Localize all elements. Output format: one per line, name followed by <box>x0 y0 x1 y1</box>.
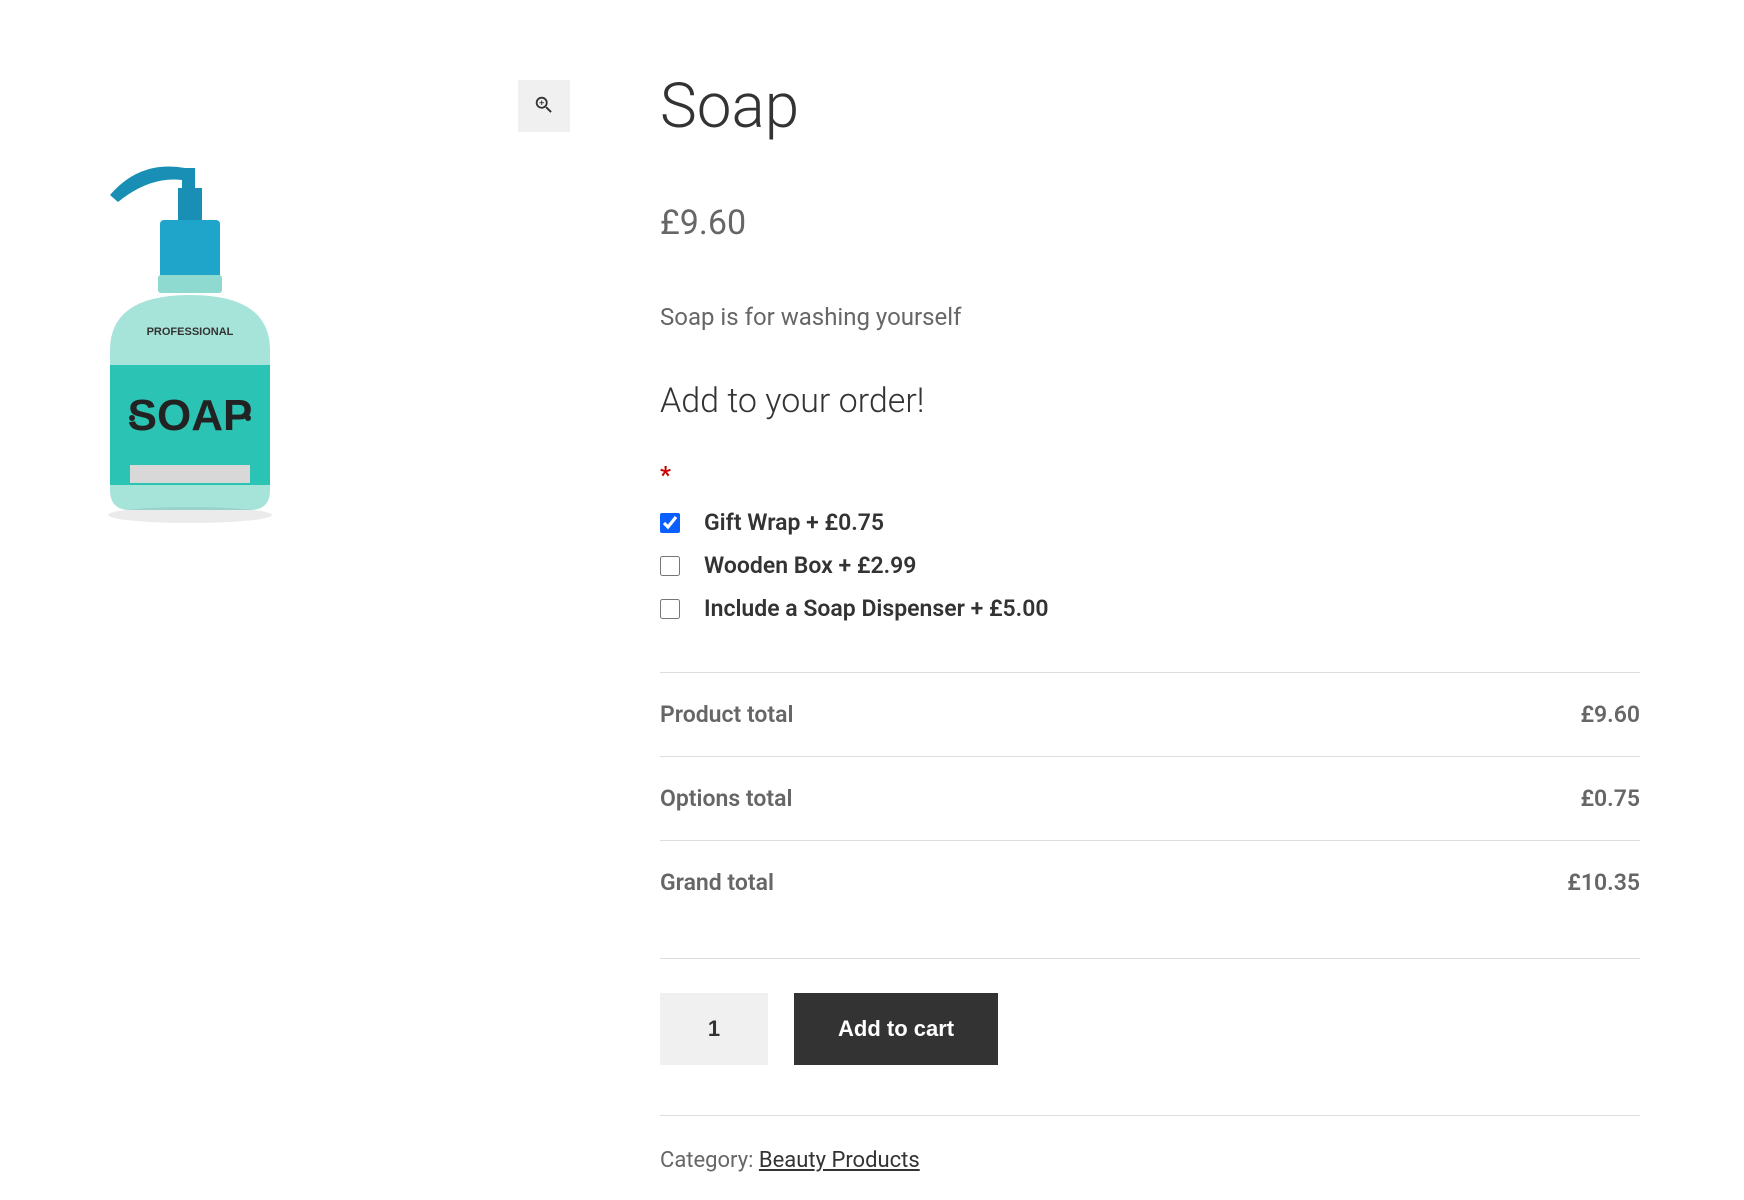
product-total-label: Product total <box>660 701 793 728</box>
grand-total-label: Grand total <box>660 869 774 896</box>
product-description: Soap is for washing yourself <box>660 303 1640 331</box>
zoom-button[interactable] <box>518 80 570 132</box>
addon-option-gift-wrap: Gift Wrap + £0.75 <box>660 509 1640 536</box>
product-total-value: £9.60 <box>1580 701 1640 728</box>
totals-section: Product total £9.60 Options total £0.75 … <box>660 672 1640 924</box>
zoom-in-icon <box>533 94 555 119</box>
addon-label[interactable]: Include a Soap Dispenser + £5.00 <box>704 595 1049 622</box>
category-row: Category: Beauty Products <box>660 1115 1640 1173</box>
add-to-cart-button[interactable]: Add to cart <box>794 993 998 1065</box>
addon-heading: Add to your order! <box>660 381 1640 421</box>
grand-total-row: Grand total £10.35 <box>660 841 1640 924</box>
product-details: Soap £9.60 Soap is for washing yourself … <box>660 50 1700 1173</box>
grand-total-value: £10.35 <box>1567 869 1640 896</box>
addon-options: Gift Wrap + £0.75 Wooden Box + £2.99 Inc… <box>660 509 1640 622</box>
required-indicator: * <box>660 461 1640 489</box>
options-total-value: £0.75 <box>1580 785 1640 812</box>
options-total-row: Options total £0.75 <box>660 757 1640 841</box>
svg-text:SOAP: SOAP <box>128 391 253 440</box>
options-total-label: Options total <box>660 785 792 812</box>
product-container: PROFESSIONAL SOAP Soap £9.60 Soap is for… <box>40 50 1700 1173</box>
category-link[interactable]: Beauty Products <box>759 1148 920 1173</box>
checkbox-soap-dispenser[interactable] <box>660 599 680 619</box>
cart-actions: Add to cart <box>660 958 1640 1065</box>
checkbox-gift-wrap[interactable] <box>660 513 680 533</box>
product-image[interactable]: PROFESSIONAL SOAP <box>60 140 340 544</box>
product-image-column: PROFESSIONAL SOAP <box>40 50 580 1173</box>
product-price: £9.60 <box>660 203 1640 243</box>
category-label: Category: <box>660 1148 759 1173</box>
addon-option-soap-dispenser: Include a Soap Dispenser + £5.00 <box>660 595 1640 622</box>
checkbox-wooden-box[interactable] <box>660 556 680 576</box>
addon-option-wooden-box: Wooden Box + £2.99 <box>660 552 1640 579</box>
product-title: Soap <box>660 70 1640 143</box>
product-total-row: Product total £9.60 <box>660 673 1640 757</box>
svg-text:PROFESSIONAL: PROFESSIONAL <box>147 326 234 338</box>
addon-label[interactable]: Gift Wrap + £0.75 <box>704 509 884 536</box>
addon-label[interactable]: Wooden Box + £2.99 <box>704 552 916 579</box>
quantity-input[interactable] <box>660 993 768 1065</box>
